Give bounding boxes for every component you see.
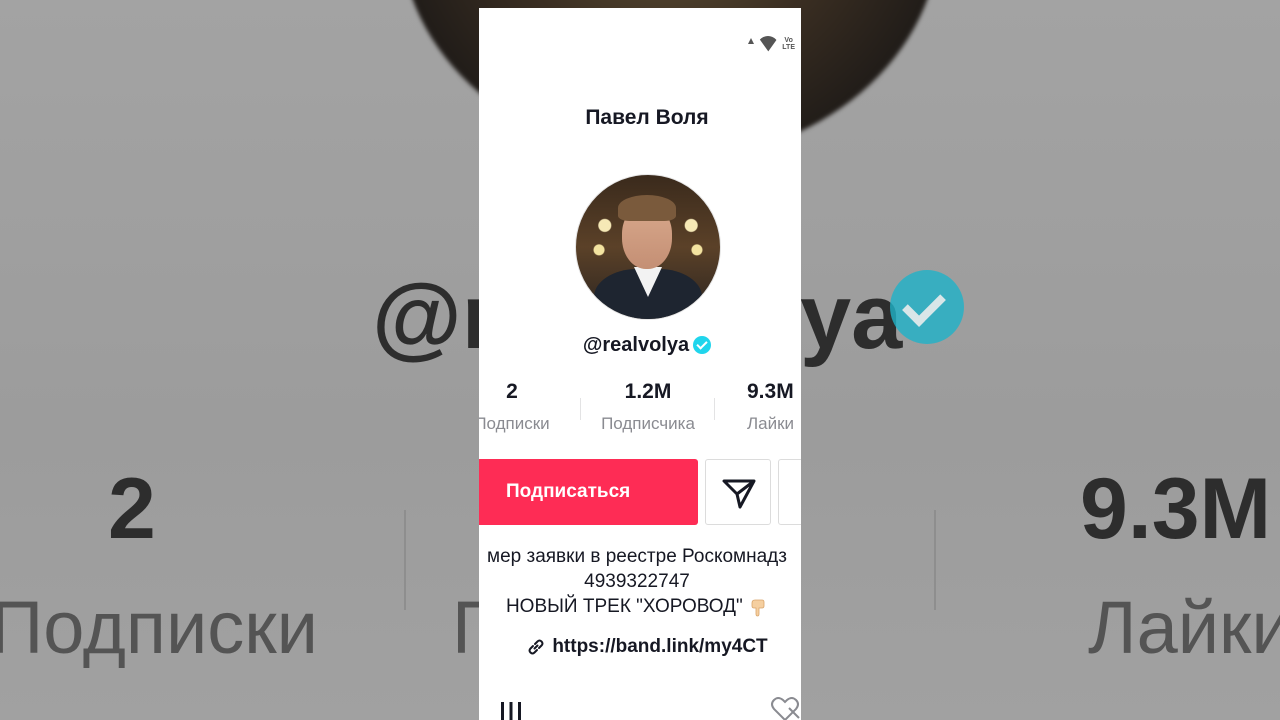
follow-button[interactable]: Подписаться <box>479 459 698 525</box>
bio-link-text: https://band.link/my4CT <box>552 636 768 657</box>
bio-line-1: мер заявки в реестре Роскомнадз <box>487 546 787 567</box>
likes-count: 9.3M <box>747 380 794 403</box>
background-divider <box>934 510 936 610</box>
background-handle-right: ya <box>800 266 903 368</box>
link-icon <box>528 639 544 655</box>
hidden-heart-icon[interactable] <box>769 694 801 720</box>
avatar-hair <box>618 195 676 221</box>
profile-tabs <box>479 690 801 720</box>
likes-label: Лайки <box>747 414 795 433</box>
handle-row: @realvolya <box>479 334 801 357</box>
stat-following[interactable]: 2 Подписки <box>479 380 557 434</box>
background-divider <box>404 510 406 610</box>
stats-divider <box>580 398 581 420</box>
background-likes-count: 9.3M <box>1080 461 1272 557</box>
avatar[interactable] <box>575 174 721 320</box>
stats-divider <box>714 398 715 420</box>
background-verified-icon <box>890 270 964 344</box>
message-button[interactable] <box>705 459 771 525</box>
status-icons: Vo LTE <box>748 36 795 52</box>
background-following-label: Подписки <box>0 586 319 669</box>
followers-label: Подписчика <box>601 414 695 433</box>
following-count: 2 <box>506 380 518 403</box>
status-bar: Vo LTE <box>479 30 801 58</box>
volte-icon: Vo LTE <box>782 37 795 51</box>
pointing-down-emoji <box>751 599 765 617</box>
stat-likes[interactable]: 9.3M Лайки <box>747 380 801 434</box>
bio-line-2: 4939322747 <box>584 571 690 592</box>
bio: мер заявки в реестре Роскомнадз 49393227… <box>479 544 801 619</box>
bio-line-3: НОВЫЙ ТРЕК "ХОРОВОД" <box>505 596 749 617</box>
phone-screen: Vo LTE Павел Воля @realvolya 2 Подписки 1… <box>479 8 801 720</box>
verified-icon <box>693 335 712 354</box>
profile-handle: @realvolya <box>582 334 690 356</box>
wifi-icon <box>757 36 779 52</box>
background-following-count: 2 <box>108 461 156 557</box>
background-likes-label: Лайки <box>1088 586 1280 669</box>
grid-icon[interactable] <box>499 696 523 720</box>
send-icon <box>722 479 756 509</box>
profile-title: Павел Воля <box>585 106 709 129</box>
stat-followers[interactable]: 1.2M Подписчика <box>591 380 705 434</box>
signal-arrow-icon <box>748 38 755 44</box>
following-label: Подписки <box>479 414 550 433</box>
more-button[interactable] <box>778 459 801 525</box>
followers-count: 1.2M <box>624 380 672 403</box>
bio-link[interactable]: https://band.link/my4CT <box>479 636 801 658</box>
stats-row: 2 Подписки 1.2M Подписчика 9.3M Лайки <box>479 380 801 440</box>
bio-line-3-row: НОВЫЙ ТРЕК "ХОРОВОД" <box>479 594 801 619</box>
